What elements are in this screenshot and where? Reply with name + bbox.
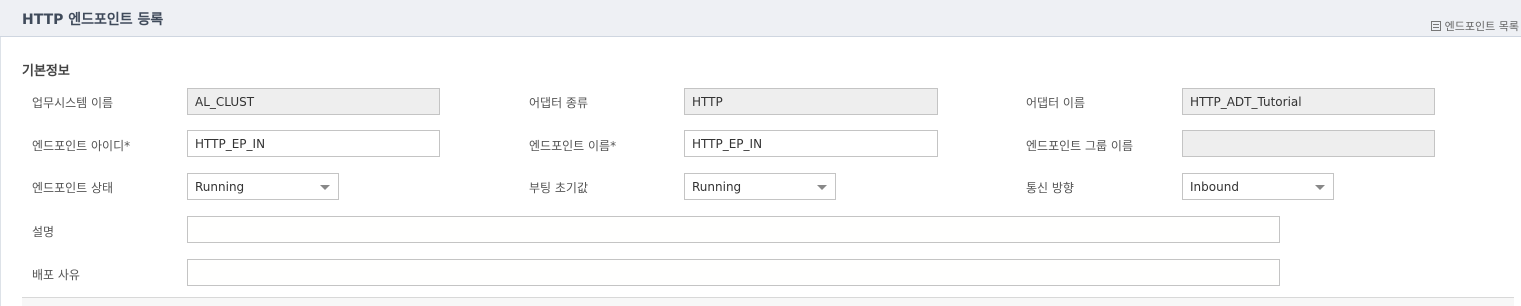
page-header: HTTP 엔드포인트 등록 엔드포인트 목록: [0, 0, 1521, 37]
comm-direction-select[interactable]: Inbound: [1182, 173, 1334, 200]
endpoint-status-select[interactable]: Running: [187, 173, 339, 200]
description-input[interactable]: [187, 216, 1280, 243]
label-endpoint-id: 엔드포인트 아이디*: [32, 139, 131, 153]
adapter-name-field: HTTP_ADT_Tutorial: [1182, 88, 1435, 115]
label-endpoint-status: 엔드포인트 상태: [32, 181, 114, 195]
chevron-down-icon: [1315, 185, 1325, 190]
section-title-basic-info: 기본정보: [22, 64, 70, 79]
label-endpoint-name: 엔드포인트 이름*: [529, 139, 617, 153]
comm-direction-value: Inbound: [1190, 179, 1239, 194]
label-comm-direction: 통신 방향: [1026, 181, 1074, 195]
deploy-reason-input[interactable]: [187, 259, 1280, 286]
list-icon: [1430, 21, 1441, 31]
label-adapter-name: 어댑터 이름: [1026, 96, 1086, 110]
bottom-panel: [22, 298, 1514, 306]
label-deploy-reason: 배포 사유: [32, 268, 80, 282]
chevron-down-icon: [817, 185, 827, 190]
label-endpoint-group-name: 엔드포인트 그룹 이름: [1026, 139, 1133, 153]
endpoint-group-name-field: [1182, 130, 1435, 157]
endpoint-list-link[interactable]: 엔드포인트 목록: [1430, 18, 1519, 34]
label-booting-default: 부팅 초기값: [529, 181, 589, 195]
chevron-down-icon: [320, 185, 330, 190]
endpoint-status-value: Running: [195, 179, 245, 194]
booting-default-value: Running: [692, 179, 742, 194]
endpoint-list-label: 엔드포인트 목록: [1444, 20, 1519, 33]
business-system-name-field: AL_CLUST: [187, 88, 440, 115]
endpoint-name-input[interactable]: HTTP_EP_IN: [684, 130, 938, 157]
endpoint-id-input[interactable]: HTTP_EP_IN: [187, 130, 440, 157]
adapter-type-field: HTTP: [684, 88, 938, 115]
page-title: HTTP 엔드포인트 등록: [22, 12, 164, 28]
label-description: 설명: [32, 225, 55, 239]
frame-border: [0, 37, 1, 306]
booting-default-select[interactable]: Running: [684, 173, 836, 200]
label-business-system-name: 업무시스템 이름: [32, 96, 114, 110]
label-adapter-type: 어댑터 종류: [529, 96, 589, 110]
